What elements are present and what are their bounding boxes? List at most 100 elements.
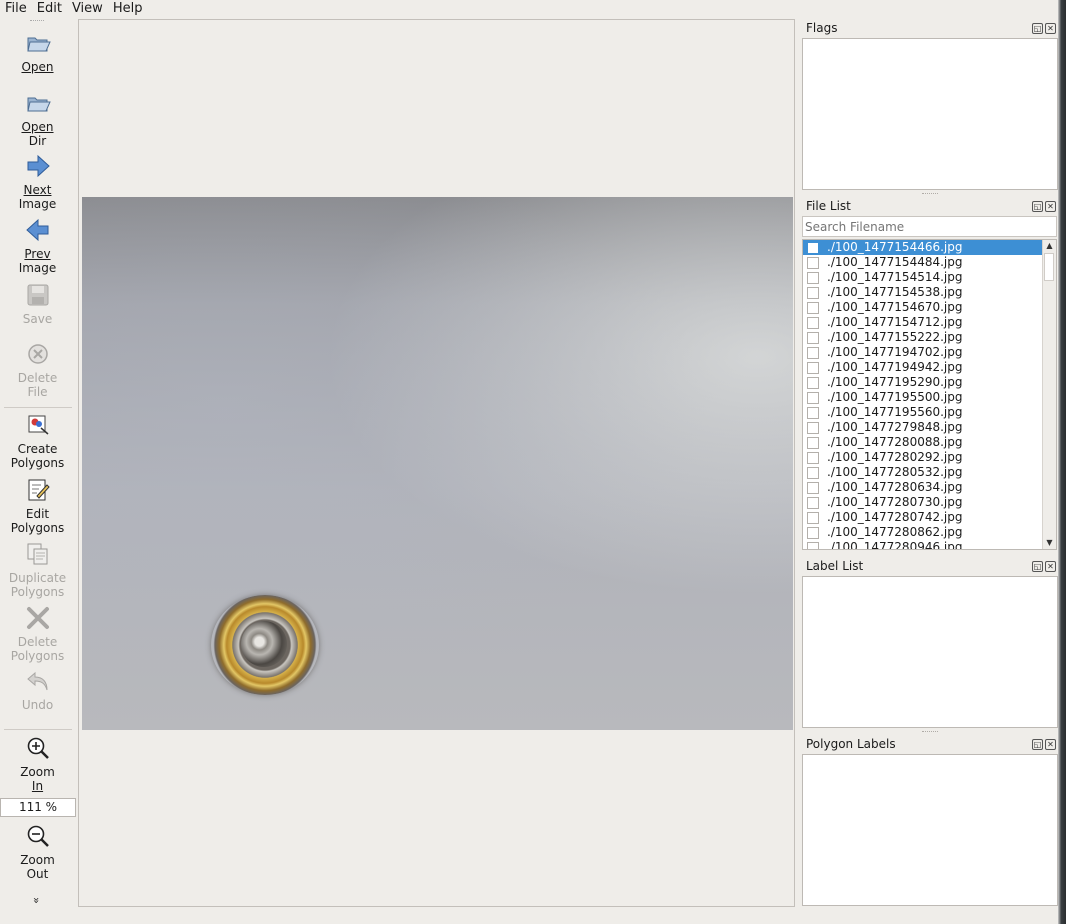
file-list-item[interactable]: ./100_1477155222.jpg	[803, 330, 1056, 345]
file-checkbox[interactable]	[807, 527, 819, 539]
file-list[interactable]: ./100_1477154466.jpg ./100_1477154484.jpg…	[802, 239, 1057, 550]
toolbar-grip[interactable]	[30, 20, 44, 23]
file-checkbox[interactable]	[807, 347, 819, 359]
file-checkbox[interactable]	[807, 257, 819, 269]
image-canvas[interactable]	[78, 19, 795, 907]
search-filename-input[interactable]	[802, 216, 1057, 237]
close-icon[interactable]: ✕	[1045, 739, 1056, 750]
arrow-right-icon	[27, 154, 50, 178]
file-name: ./100_1477280634.jpg	[827, 480, 963, 494]
file-checkbox[interactable]	[807, 272, 819, 284]
edit-icon	[28, 479, 50, 501]
next-image-button[interactable]: Next Image	[0, 153, 75, 211]
file-checkbox[interactable]	[807, 302, 819, 314]
dock-resize-grip[interactable]	[922, 193, 938, 196]
save-button[interactable]: Save	[0, 282, 75, 326]
file-list-item[interactable]: ./100_1477154538.jpg	[803, 285, 1056, 300]
save-icon	[27, 284, 48, 306]
undo-button[interactable]: Undo	[0, 668, 75, 712]
file-checkbox[interactable]	[807, 332, 819, 344]
file-list-item[interactable]: ./100_1477280532.jpg	[803, 465, 1056, 480]
float-icon[interactable]: ◱	[1032, 739, 1043, 750]
file-name: ./100_1477154712.jpg	[827, 315, 963, 329]
file-checkbox[interactable]	[807, 482, 819, 494]
scrollbar-thumb[interactable]	[1044, 253, 1054, 281]
file-name: ./100_1477154466.jpg	[827, 240, 963, 254]
file-list-item[interactable]: ./100_1477194942.jpg	[803, 360, 1056, 375]
float-icon[interactable]: ◱	[1032, 201, 1043, 212]
file-checkbox[interactable]	[807, 452, 819, 464]
file-list-item[interactable]: ./100_1477280730.jpg	[803, 495, 1056, 510]
file-list-item[interactable]: ./100_1477154484.jpg	[803, 255, 1056, 270]
file-list-item[interactable]: ./100_1477280742.jpg	[803, 510, 1056, 525]
undo-label: Undo	[21, 698, 54, 712]
file-list-item[interactable]: ./100_1477194702.jpg	[803, 345, 1056, 360]
menu-file[interactable]: File	[0, 0, 32, 18]
file-checkbox[interactable]	[807, 407, 819, 419]
scroll-down-icon[interactable]: ▼	[1043, 537, 1056, 549]
file-checkbox[interactable]	[807, 242, 819, 254]
edit-polygons-button[interactable]: Edit Polygons	[0, 477, 75, 535]
open-button[interactable]: Open	[0, 30, 75, 74]
file-checkbox[interactable]	[807, 287, 819, 299]
close-icon[interactable]: ✕	[1045, 23, 1056, 34]
duplicate-polygons-button[interactable]: Duplicate Polygons	[0, 541, 75, 599]
file-checkbox[interactable]	[807, 497, 819, 509]
loaded-image[interactable]	[82, 197, 793, 730]
file-checkbox[interactable]	[807, 362, 819, 374]
file-list-item[interactable]: ./100_1477280946.jpg	[803, 540, 1056, 549]
file-list-item[interactable]: ./100_1477195290.jpg	[803, 375, 1056, 390]
folder-open-icon	[26, 97, 51, 112]
file-checkbox[interactable]	[807, 437, 819, 449]
zoom-in-button[interactable]: Zoom In	[0, 735, 75, 793]
label-list[interactable]	[802, 576, 1058, 728]
file-checkbox[interactable]	[807, 467, 819, 479]
undo-icon	[26, 671, 47, 691]
file-list-item[interactable]: ./100_1477280088.jpg	[803, 435, 1056, 450]
delete-file-button[interactable]: Delete File	[0, 341, 75, 399]
file-list-item[interactable]: ./100_1477280634.jpg	[803, 480, 1056, 495]
menu-view[interactable]: View	[67, 0, 108, 18]
coin-object	[211, 595, 319, 695]
close-icon[interactable]: ✕	[1045, 561, 1056, 572]
float-icon[interactable]: ◱	[1032, 23, 1043, 34]
file-checkbox[interactable]	[807, 392, 819, 404]
file-name: ./100_1477154484.jpg	[827, 255, 963, 269]
menu-help[interactable]: Help	[108, 0, 148, 18]
toolbar-separator	[4, 407, 72, 408]
file-list-item[interactable]: ./100_1477195560.jpg	[803, 405, 1056, 420]
dock-resize-grip[interactable]	[922, 731, 938, 734]
file-list-item[interactable]: ./100_1477280292.jpg	[803, 450, 1056, 465]
scroll-up-icon[interactable]: ▲	[1043, 240, 1056, 252]
polygon-labels-list[interactable]	[802, 754, 1058, 906]
file-list-item[interactable]: ./100_1477280862.jpg	[803, 525, 1056, 540]
zoom-out-label-2: Out	[26, 867, 49, 881]
float-icon[interactable]: ◱	[1032, 561, 1043, 572]
file-list-item[interactable]: ./100_1477195500.jpg	[803, 390, 1056, 405]
delete-polygons-button[interactable]: Delete Polygons	[0, 605, 75, 663]
menu-edit[interactable]: Edit	[32, 0, 67, 18]
create-label-2: Polygons	[10, 456, 65, 470]
file-checkbox[interactable]	[807, 542, 819, 549]
delete-label-2: File	[27, 385, 48, 399]
file-checkbox[interactable]	[807, 422, 819, 434]
file-name: ./100_1477280862.jpg	[827, 525, 963, 539]
prev-image-button[interactable]: Prev Image	[0, 217, 75, 275]
file-list-item[interactable]: ./100_1477154670.jpg	[803, 300, 1056, 315]
file-list-item[interactable]: ./100_1477154466.jpg	[803, 240, 1043, 255]
file-checkbox[interactable]	[807, 317, 819, 329]
file-checkbox[interactable]	[807, 512, 819, 524]
open-dir-button[interactable]: Open Dir	[0, 90, 75, 148]
file-list-item[interactable]: ./100_1477154712.jpg	[803, 315, 1056, 330]
toolbar-extension-chevron-icon[interactable]: »	[30, 897, 43, 904]
file-checkbox[interactable]	[807, 377, 819, 389]
flags-list[interactable]	[802, 38, 1058, 190]
file-list-item[interactable]: ./100_1477279848.jpg	[803, 420, 1056, 435]
zoom-value-field[interactable]: 111 %	[0, 798, 76, 817]
create-polygons-button[interactable]: Create Polygons	[0, 412, 75, 470]
prev-label-2: Image	[18, 261, 57, 275]
zoom-out-button[interactable]: Zoom Out	[0, 823, 75, 881]
file-list-item[interactable]: ./100_1477154514.jpg	[803, 270, 1056, 285]
close-icon[interactable]: ✕	[1045, 201, 1056, 212]
file-list-scrollbar[interactable]: ▲ ▼	[1042, 240, 1056, 549]
